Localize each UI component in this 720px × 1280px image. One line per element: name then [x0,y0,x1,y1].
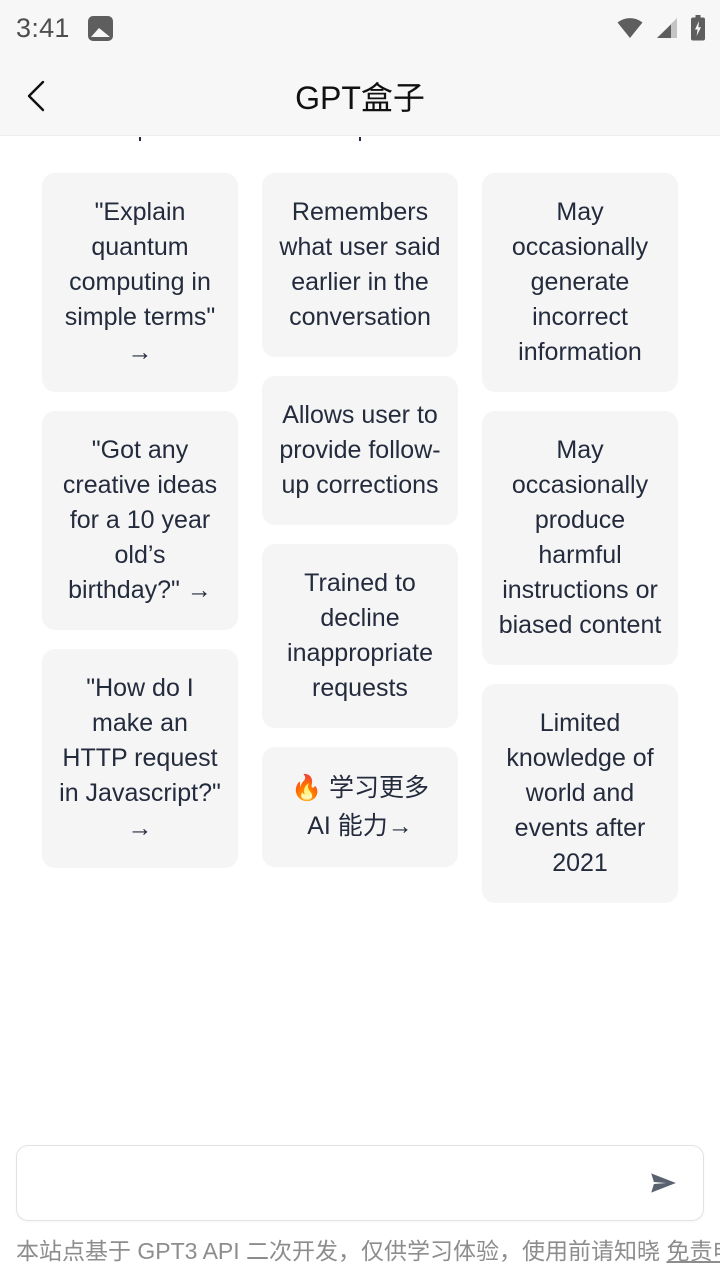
clipped-heading-examples: | [42,137,238,141]
example-card-birthday[interactable]: "Got any creative ideas for a 10 year ol… [42,411,238,630]
battery-charging-icon [691,15,705,41]
limitation-card-harmful: May occasionally produce harmful instruc… [482,411,678,665]
status-bar-right [616,15,706,41]
limitation-card-incorrect: May occasionally generate incorrect info… [482,173,678,392]
clipped-heading-capabilities: | [262,137,458,141]
status-bar-left: 3:41 [16,13,113,44]
example-card-http[interactable]: "How do I make an HTTP request in Javasc… [42,649,238,868]
app-bar: GPT盒子 [0,56,720,136]
card-columns: "Explain quantum computing in simple ter… [0,137,720,903]
status-time: 3:41 [16,12,70,43]
clipped-heading-limitations [482,137,678,141]
capability-card-corrections: Allows user to provide follow-up correct… [262,376,458,525]
chat-input[interactable] [37,1168,641,1198]
send-button[interactable] [641,1161,685,1205]
learn-more-ai-button[interactable]: 🔥 学习更多 AI 能力→ [262,747,458,867]
scroll-content[interactable]: | | "Explain quantum computing in simple… [0,137,720,1138]
composer-input-row[interactable] [16,1145,704,1221]
capability-card-decline: Trained to decline inappropriate request… [262,544,458,728]
footer-text: 本站点基于 GPT3 API 二次开发，仅供学习体验，使用前请知晓 [16,1238,667,1264]
composer-area: 本站点基于 GPT3 API 二次开发，仅供学习体验，使用前请知晓 免责申明 [0,1145,720,1280]
disclaimer-link[interactable]: 免责申明 [666,1238,720,1264]
send-icon [651,1173,676,1193]
footer-disclaimer: 本站点基于 GPT3 API 二次开发，仅供学习体验，使用前请知晓 免责申明 [16,1221,720,1280]
status-bar: 3:41 [0,0,720,56]
limitation-card-knowledge-cutoff: Limited knowledge of world and events af… [482,684,678,903]
page-title: GPT盒子 [295,79,425,116]
capability-card-memory: Remembers what user said earlier in the … [262,173,458,357]
clipped-section-headings: | | [0,137,720,141]
signal-icon [657,18,677,38]
wifi-icon [617,18,643,38]
back-button[interactable] [0,56,72,136]
chevron-left-icon [27,80,45,111]
photo-icon [87,15,113,41]
example-card-quantum[interactable]: "Explain quantum computing in simple ter… [42,173,238,392]
column-limitations: May occasionally generate incorrect info… [482,173,678,903]
column-examples: "Explain quantum computing in simple ter… [42,173,238,868]
column-capabilities: Remembers what user said earlier in the … [262,173,458,867]
